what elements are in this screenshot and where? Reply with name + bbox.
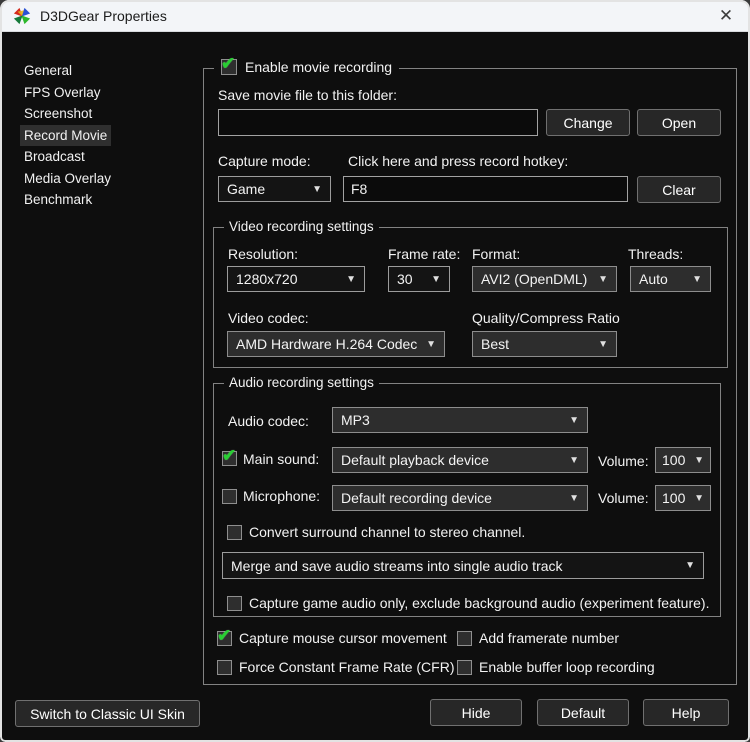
chevron-down-icon: ▼ (569, 492, 579, 504)
video-codec-dropdown[interactable]: AMD Hardware H.264 Codec ▼ (227, 331, 445, 357)
record-hotkey-input[interactable]: F8 (343, 176, 628, 202)
sidebar-item-fps-overlay[interactable]: FPS Overlay (20, 82, 105, 103)
chevron-down-icon: ▼ (685, 560, 695, 571)
help-button[interactable]: Help (643, 699, 729, 726)
chevron-down-icon: ▼ (694, 454, 704, 466)
microphone-checkbox[interactable] (222, 489, 237, 504)
convert-surround-checkbox[interactable] (227, 525, 242, 540)
chevron-down-icon: ▼ (426, 338, 436, 350)
chevron-down-icon: ▼ (694, 492, 704, 504)
capture-game-audio-checkbox[interactable] (227, 596, 242, 611)
resolution-dropdown[interactable]: 1280x720 ▼ (227, 266, 365, 292)
capture-mode-label: Capture mode: (218, 153, 311, 169)
capture-mode-dropdown[interactable]: Game ▼ (218, 176, 331, 202)
microphone-label: Microphone: (243, 488, 321, 504)
main-sound-device-dropdown[interactable]: Default playback device ▼ (332, 447, 588, 473)
capture-cursor-checkbox[interactable] (217, 626, 232, 646)
format-label: Format: (472, 246, 521, 262)
video-codec-label: Video codec: (228, 310, 309, 326)
threads-label: Threads: (628, 246, 684, 262)
sidebar-item-general[interactable]: General (20, 60, 76, 81)
threads-dropdown[interactable]: Auto ▼ (630, 266, 711, 292)
cfr-label: Force Constant Frame Rate (CFR) (239, 659, 455, 675)
save-folder-label: Save movie file to this folder: (218, 87, 397, 103)
change-button[interactable]: Change (546, 109, 630, 136)
chevron-down-icon: ▼ (569, 414, 579, 426)
buffer-loop-checkbox[interactable] (457, 660, 472, 675)
main-sound-checkbox[interactable] (222, 446, 237, 466)
window-title: D3DGear Properties (40, 7, 167, 24)
sidebar-item-broadcast[interactable]: Broadcast (20, 146, 89, 167)
enable-movie-recording-checkbox[interactable] (221, 54, 237, 75)
sidebar-item-record-movie[interactable]: Record Movie (20, 124, 112, 146)
main-volume-label: Volume: (598, 453, 649, 469)
enable-movie-recording-label: Enable movie recording (245, 59, 393, 75)
chevron-down-icon: ▼ (598, 338, 608, 350)
chevron-down-icon: ▼ (431, 273, 441, 285)
titlebar: D3DGear Properties ✕ (0, 0, 750, 32)
hide-button[interactable]: Hide (430, 699, 522, 726)
resolution-label: Resolution: (228, 246, 299, 262)
open-button[interactable]: Open (637, 109, 721, 136)
chevron-down-icon: ▼ (312, 183, 322, 195)
main-volume-dropdown[interactable]: 100 ▼ (655, 447, 711, 473)
add-framerate-checkbox[interactable] (457, 631, 472, 646)
quality-label: Quality/Compress Ratio (472, 310, 620, 326)
quality-dropdown[interactable]: Best ▼ (472, 331, 617, 357)
chevron-down-icon: ▼ (569, 454, 579, 466)
folder-path-input[interactable] (218, 109, 538, 136)
d3dgear-properties-window: D3DGear Properties ✕ General FPS Overlay… (0, 0, 750, 742)
hotkey-instruction-label: Click here and press record hotkey: (348, 153, 569, 169)
format-dropdown[interactable]: AVI2 (OpenDML) ▼ (472, 266, 617, 292)
chevron-down-icon: ▼ (598, 273, 608, 285)
merge-audio-dropdown[interactable]: Merge and save audio streams into single… (222, 552, 704, 579)
close-icon[interactable]: ✕ (712, 3, 740, 29)
mic-volume-label: Volume: (598, 490, 649, 506)
sidebar: General FPS Overlay Screenshot Record Mo… (20, 60, 190, 211)
clear-button[interactable]: Clear (637, 176, 721, 203)
framerate-dropdown[interactable]: 30 ▼ (388, 266, 450, 292)
cfr-checkbox[interactable] (217, 660, 232, 675)
framerate-label: Frame rate: (388, 246, 461, 262)
switch-classic-skin-button[interactable]: Switch to Classic UI Skin (15, 700, 200, 727)
enable-movie-recording-row: Enable movie recording (214, 54, 400, 75)
chevron-down-icon: ▼ (692, 273, 702, 285)
convert-surround-label: Convert surround channel to stereo chann… (249, 524, 526, 540)
audio-codec-dropdown[interactable]: MP3 ▼ (332, 407, 588, 433)
sidebar-item-screenshot[interactable]: Screenshot (20, 103, 96, 124)
microphone-device-dropdown[interactable]: Default recording device ▼ (332, 485, 588, 511)
chevron-down-icon: ▼ (346, 273, 356, 285)
capture-game-audio-label: Capture game audio only, exclude backgro… (249, 595, 710, 611)
audio-settings-group-title: Audio recording settings (224, 375, 379, 390)
capture-cursor-label: Capture mouse cursor movement (239, 630, 447, 646)
sidebar-item-media-overlay[interactable]: Media Overlay (20, 168, 115, 189)
add-framerate-label: Add framerate number (479, 630, 620, 646)
buffer-loop-label: Enable buffer loop recording (479, 659, 655, 675)
default-button[interactable]: Default (537, 699, 629, 726)
audio-codec-label: Audio codec: (228, 413, 309, 429)
video-settings-group-title: Video recording settings (224, 219, 379, 234)
d3dgear-pinwheel-icon (13, 7, 31, 24)
main-sound-label: Main sound: (243, 451, 320, 467)
mic-volume-dropdown[interactable]: 100 ▼ (655, 485, 711, 511)
sidebar-item-benchmark[interactable]: Benchmark (20, 189, 96, 210)
